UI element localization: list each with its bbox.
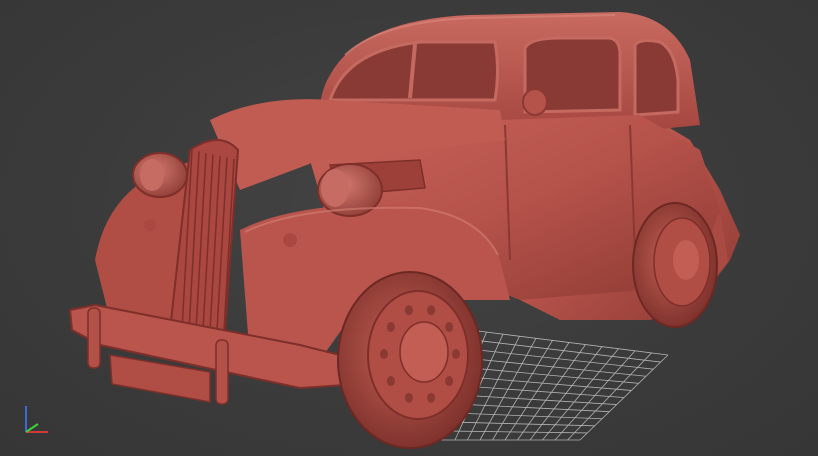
wheel-hole [445,376,454,387]
headlamp-right-lens [321,169,349,207]
wheel-hole [404,392,413,403]
grid-line [554,350,636,441]
y-axis-line [25,423,39,433]
wheel-hole [427,305,436,316]
car-rear-side-window [633,39,680,117]
rear-wheel-hubcap [673,240,699,280]
wheel-hole [380,349,388,359]
side-mirror [522,88,548,116]
axis-tripod-icon [25,406,48,433]
3d-viewport[interactable] [0,0,818,456]
grid-line [456,366,639,384]
wheel-hole [386,376,395,387]
wheel-hole [427,392,436,403]
bumper-overrider-right [215,339,229,405]
grid-line [504,342,570,441]
headlamp-left-lens [140,159,164,191]
grid-line [567,352,652,441]
wheel-hole [404,305,413,316]
wheel-hole [445,321,454,332]
indicator-left [144,219,156,231]
indicator-right [283,233,297,247]
bumper-overrider-left [87,307,101,369]
front-wheel-hubcap [399,321,449,383]
wheel-hole [386,321,395,332]
wheel-hole [452,349,460,359]
viewport-scene[interactable] [0,0,818,456]
